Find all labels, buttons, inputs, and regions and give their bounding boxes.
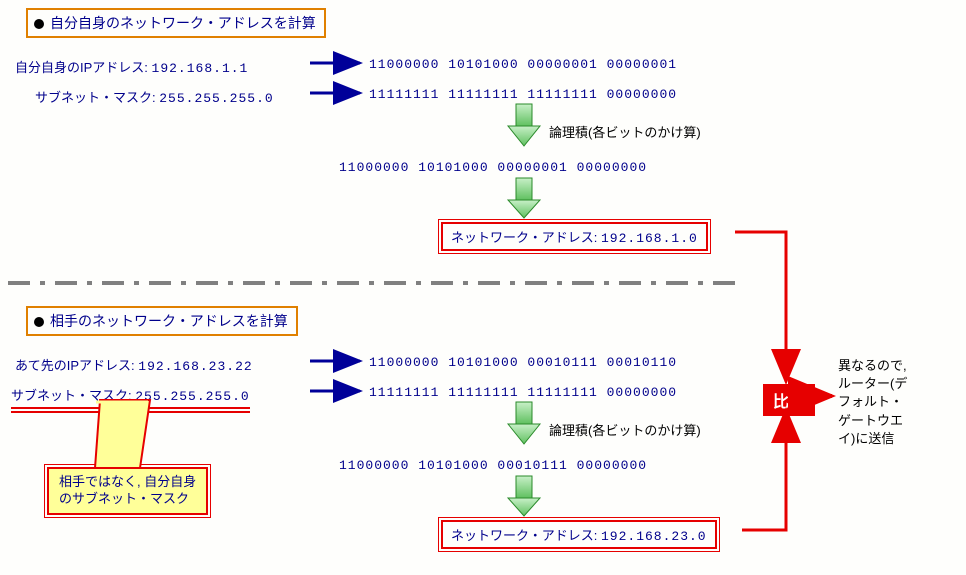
compare-box: 比較 (763, 384, 815, 416)
connector-line (735, 232, 786, 382)
section2-ip-binary: 11000000 10101000 00010111 00010110 (369, 355, 677, 370)
bullet-icon (34, 19, 44, 29)
section1-ip-label: 自分自身のIPアドレス: (15, 60, 148, 75)
section1-ip-value: 192.168.1.1 (152, 61, 249, 76)
section2-network-label: ネットワーク・アドレス: (451, 528, 597, 543)
section2-ip-label: あて先のIPアドレス: (15, 358, 135, 373)
arrow-down-icon (508, 178, 540, 218)
section1-network-box: ネットワーク・アドレス: 192.168.1.0 (441, 222, 708, 251)
section1-mask-binary: 11111111 11111111 11111111 00000000 (369, 87, 677, 102)
section2-ip-label-row: あて先のIPアドレス: 192.168.23.22 (15, 355, 253, 374)
compare-result-l1: 異なるので, (838, 357, 907, 375)
section2-mask-binary: 11111111 11111111 11111111 00000000 (369, 385, 677, 400)
bullet-icon (34, 317, 44, 327)
note-box: 相手ではなく, 自分自身 のサブネット・マスク (47, 467, 208, 515)
note-line2: のサブネット・マスク (59, 491, 196, 508)
compare-result-text: 異なるので, ルーター(デ フォルト・ ゲートウエ イ)に送信 (838, 357, 907, 448)
section2-mask-value: 255.255.255.0 (135, 389, 249, 404)
section2-mask-label-row: サブネット・マスク: 255.255.255.0 (11, 385, 250, 409)
compare-label: 比較 (773, 394, 805, 411)
compare-result-l2: ルーター(デ (838, 375, 907, 393)
section1-network-label: ネットワーク・アドレス: (451, 230, 597, 245)
arrow-down-icon (508, 104, 540, 146)
compare-result-l4: ゲートウエ (838, 412, 907, 430)
section2-title-box: 相手のネットワーク・アドレスを計算 (26, 306, 298, 336)
section2-mask-label: サブネット・マスク: (11, 388, 132, 403)
section2-and-label: 論理積(各ビットのかけ算) (549, 420, 701, 439)
section2-network-box: ネットワーク・アドレス: 192.168.23.0 (441, 520, 717, 549)
section1-mask-label-row: サブネット・マスク: 255.255.255.0 (35, 87, 274, 106)
section2-network-value: 192.168.23.0 (601, 529, 707, 544)
note-line1: 相手ではなく, 自分自身 (59, 474, 196, 491)
section2-ip-value: 192.168.23.22 (138, 359, 252, 374)
section1-network-value: 192.168.1.0 (601, 231, 698, 246)
arrow-down-icon (508, 476, 540, 516)
section2-title: 相手のネットワーク・アドレスを計算 (50, 313, 288, 329)
section1-mask-label: サブネット・マスク: (35, 90, 156, 105)
section1-and-label: 論理積(各ビットのかけ算) (549, 122, 701, 141)
section1-title-box: 自分自身のネットワーク・アドレスを計算 (26, 8, 326, 38)
compare-result-l5: イ)に送信 (838, 430, 907, 448)
connector-line (742, 410, 786, 530)
section1-title: 自分自身のネットワーク・アドレスを計算 (50, 15, 316, 31)
section2-and-result: 11000000 10101000 00010111 00000000 (339, 458, 647, 473)
arrow-down-icon (508, 402, 540, 444)
section1-ip-label-row: 自分自身のIPアドレス: 192.168.1.1 (15, 57, 248, 76)
section1-mask-value: 255.255.255.0 (159, 91, 273, 106)
section1-ip-binary: 11000000 10101000 00000001 00000001 (369, 57, 677, 72)
compare-result-l3: フォルト・ (838, 393, 907, 411)
diagram-canvas: 自分自身のネットワーク・アドレスを計算 自分自身のIPアドレス: 192.168… (0, 0, 966, 575)
section1-and-result: 11000000 10101000 00000001 00000000 (339, 160, 647, 175)
